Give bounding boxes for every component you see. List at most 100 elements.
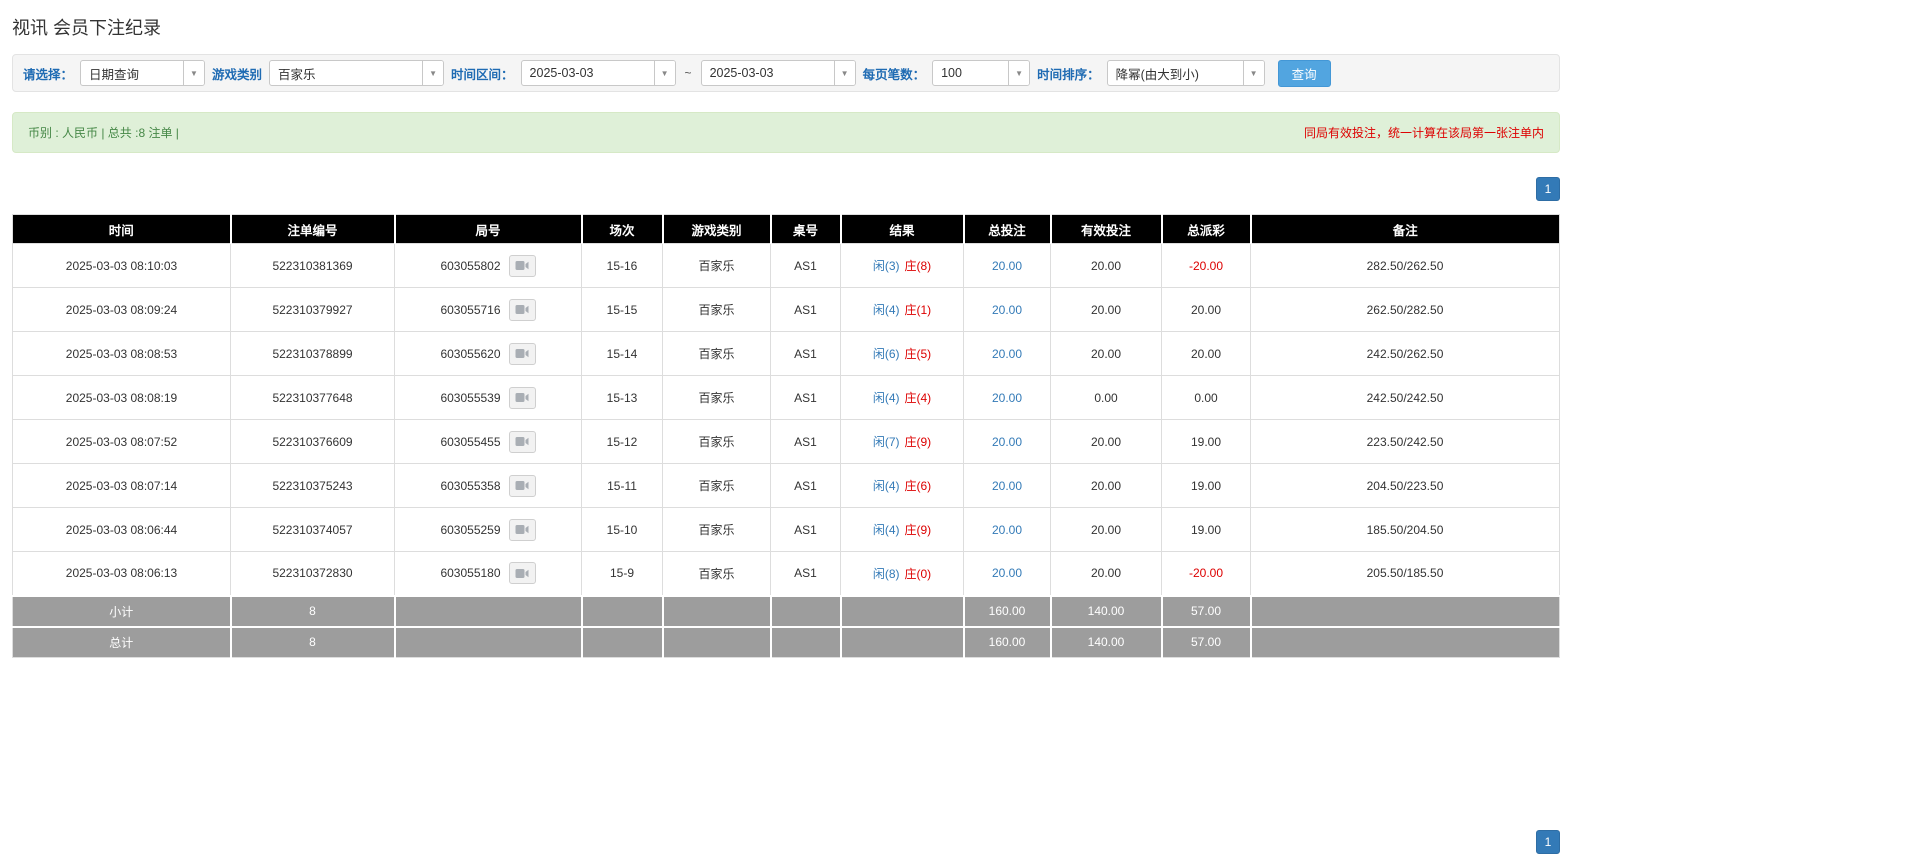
date-to-value: 2025-03-03 [709, 66, 774, 80]
game-type-cell: 百家乐 [662, 331, 771, 376]
header-table-no: 桌号 [769, 214, 841, 244]
subtotal-valid-bet: 140.00 [1049, 594, 1162, 627]
result-banker: 庄(0) [904, 566, 932, 581]
result-banker: 庄(1) [904, 303, 932, 317]
query-type-dropdown[interactable]: 日期查询 ▼ [80, 60, 206, 86]
chevron-down-icon[interactable]: ▼ [833, 61, 855, 85]
valid-bet-cell: 0.00 [1050, 375, 1162, 420]
date-from-value: 2025-03-03 [529, 66, 594, 80]
round-id-value: 603055455 [440, 434, 501, 449]
empty-cell [393, 594, 582, 627]
total-bet-cell: 20.00 [963, 243, 1051, 288]
total-bet-link[interactable]: 20.00 [992, 391, 1022, 405]
round-id-cell: 603055180 [394, 551, 582, 596]
table-no-cell: AS1 [770, 463, 841, 508]
chevron-down-icon[interactable]: ▼ [422, 61, 444, 85]
time-sort-dropdown[interactable]: 降幂(由大到小) ▼ [1106, 60, 1265, 86]
result-cell: 闲(7) 庄(9) [840, 419, 964, 464]
total-bet-link[interactable]: 20.00 [992, 303, 1022, 317]
game-type-dropdown[interactable]: 百家乐 ▼ [269, 60, 445, 86]
summary-notice: 同局有效投注，统一计算在该局第一张注单内 [1303, 126, 1544, 140]
time-cell: 2025-03-03 08:06:44 [12, 507, 231, 552]
table-no-cell: AS1 [770, 507, 841, 552]
page-size-dropdown[interactable]: 100 ▼ [932, 60, 1031, 86]
video-replay-icon[interactable] [508, 342, 536, 365]
query-type-label: 请选择： [23, 67, 74, 82]
payout-cell: 20.00 [1161, 287, 1251, 332]
video-replay-icon[interactable] [508, 430, 536, 453]
valid-bet-cell: 20.00 [1050, 507, 1162, 552]
result-player: 闲(7) [872, 435, 900, 449]
remark-cell: 262.50/282.50 [1250, 287, 1560, 332]
table-row: 2025-03-03 08:08:19 522310377648 6030555… [12, 375, 1560, 420]
game-type-cell: 百家乐 [662, 463, 771, 508]
header-round-id: 局号 [393, 214, 582, 244]
video-replay-icon[interactable] [508, 254, 536, 277]
payout-cell: 19.00 [1161, 463, 1251, 508]
game-type-cell: 百家乐 [662, 243, 771, 288]
date-from-picker[interactable]: 2025-03-03 ▼ [520, 60, 676, 86]
remark-cell: 223.50/242.50 [1250, 419, 1560, 464]
page-button-1[interactable]: 1 [1536, 830, 1560, 854]
payout-cell: 20.00 [1161, 331, 1251, 376]
empty-cell [839, 625, 964, 658]
date-to-picker[interactable]: 2025-03-03 ▼ [700, 60, 856, 86]
subtotal-row: 小计 8 160.00 140.00 57.00 [12, 594, 1560, 627]
valid-bet-cell: 20.00 [1050, 551, 1162, 596]
page-size-label: 每页笔数： [862, 67, 926, 82]
result-banker: 庄(8) [904, 259, 932, 273]
total-bet-cell: 20.00 [963, 551, 1051, 596]
pagination-bottom: 1 [12, 830, 1560, 854]
total-bet-link[interactable]: 20.00 [992, 259, 1022, 273]
video-replay-icon[interactable] [508, 298, 536, 321]
round-id-cell: 603055802 [394, 243, 582, 288]
round-id-value: 603055358 [440, 478, 501, 493]
header-game-type: 游戏类别 [661, 214, 771, 244]
result-cell: 闲(4) 庄(1) [840, 287, 964, 332]
time-sort-value: 降幂(由大到小) [1115, 67, 1199, 82]
session-cell: 15-10 [581, 507, 663, 552]
chevron-down-icon[interactable]: ▼ [653, 61, 675, 85]
header-result: 结果 [839, 214, 964, 244]
header-total-bet: 总投注 [962, 214, 1051, 244]
round-id-cell: 603055358 [394, 463, 582, 508]
result-player: 闲(4) [872, 303, 900, 317]
summary-bar: 币别 : 人民币 | 总共 :8 注单 | 同局有效投注，统一计算在该局第一张注… [12, 112, 1560, 153]
empty-cell [839, 594, 964, 627]
round-id-cell: 603055539 [394, 375, 582, 420]
subtotal-label: 小计 [12, 594, 231, 627]
chevron-down-icon[interactable]: ▼ [1242, 61, 1264, 85]
chevron-down-icon[interactable]: ▼ [1008, 61, 1030, 85]
total-bet-link[interactable]: 20.00 [992, 479, 1022, 493]
bet-records-table: 时间 注单编号 局号 场次 游戏类别 桌号 结果 总投注 有效投注 总派彩 备注… [12, 214, 1560, 658]
header-session: 场次 [580, 214, 663, 244]
total-bet-link[interactable]: 20.00 [992, 566, 1022, 580]
total-bet-link[interactable]: 20.00 [992, 435, 1022, 449]
table-no-cell: AS1 [770, 331, 841, 376]
bet-id-cell: 522310378899 [230, 331, 395, 376]
video-replay-icon[interactable] [508, 386, 536, 409]
page-button-1[interactable]: 1 [1536, 177, 1560, 201]
total-bet-link[interactable]: 20.00 [992, 523, 1022, 537]
video-replay-icon[interactable] [508, 518, 536, 541]
search-button[interactable]: 查询 [1277, 59, 1331, 87]
total-bet-link[interactable]: 20.00 [992, 347, 1022, 361]
valid-bet-cell: 20.00 [1050, 243, 1162, 288]
total-valid-bet: 140.00 [1049, 625, 1162, 658]
main-content: 视讯 会员下注纪录 请选择： 日期查询 ▼ 游戏类别 百家乐 ▼ 时间区间： 2… [12, 16, 1560, 854]
result-banker: 庄(4) [904, 391, 932, 405]
total-bet-cell: 20.00 [963, 331, 1051, 376]
header-payout: 总派彩 [1160, 214, 1251, 244]
remark-cell: 242.50/262.50 [1250, 331, 1560, 376]
table-row: 2025-03-03 08:09:24 522310379927 6030557… [12, 287, 1560, 332]
page-size-value: 100 [941, 66, 962, 80]
game-type-cell: 百家乐 [662, 551, 771, 596]
bet-id-cell: 522310377648 [230, 375, 395, 420]
chevron-down-icon[interactable]: ▼ [183, 61, 205, 85]
bet-id-cell: 522310381369 [230, 243, 395, 288]
empty-cell [1249, 625, 1560, 658]
video-replay-icon[interactable] [508, 474, 536, 497]
video-replay-icon[interactable] [508, 562, 536, 585]
result-player: 闲(4) [872, 523, 900, 537]
total-bet-cell: 20.00 [963, 375, 1051, 420]
